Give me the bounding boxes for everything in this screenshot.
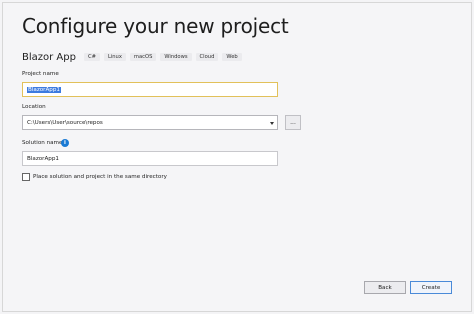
project-name-input[interactable]: BlazorApp1 bbox=[22, 82, 278, 97]
template-name: Blazor App bbox=[22, 51, 76, 63]
tag-linux: Linux bbox=[103, 53, 126, 61]
back-button[interactable]: Back bbox=[364, 281, 406, 294]
tag-web: Web bbox=[222, 53, 242, 61]
tag-cloud: Cloud bbox=[195, 53, 219, 61]
project-name-value: BlazorApp1 bbox=[27, 86, 61, 93]
chevron-down-icon[interactable] bbox=[270, 122, 274, 125]
same-directory-label[interactable]: Place solution and project in the same d… bbox=[33, 174, 167, 180]
project-name-label: Project name bbox=[22, 71, 59, 77]
template-info: Blazor App C# Linux macOS Windows Cloud … bbox=[22, 50, 246, 64]
solution-name-input[interactable]: BlazorApp1 bbox=[22, 151, 278, 166]
create-button[interactable]: Create bbox=[410, 281, 452, 294]
info-icon[interactable]: i bbox=[61, 139, 69, 147]
solution-name-label: Solution name bbox=[22, 140, 63, 146]
location-combobox[interactable]: C:\Users\User\source\repos bbox=[22, 115, 278, 130]
browse-button[interactable]: ... bbox=[285, 115, 301, 130]
tag-csharp: C# bbox=[83, 53, 100, 61]
location-value: C:\Users\User\source\repos bbox=[27, 119, 103, 126]
same-directory-checkbox[interactable] bbox=[22, 173, 30, 181]
solution-name-value: BlazorApp1 bbox=[27, 155, 59, 162]
tag-windows: Windows bbox=[160, 53, 192, 61]
location-label: Location bbox=[22, 104, 46, 110]
page-title: Configure your new project bbox=[22, 14, 289, 38]
tag-macos: macOS bbox=[129, 53, 157, 61]
